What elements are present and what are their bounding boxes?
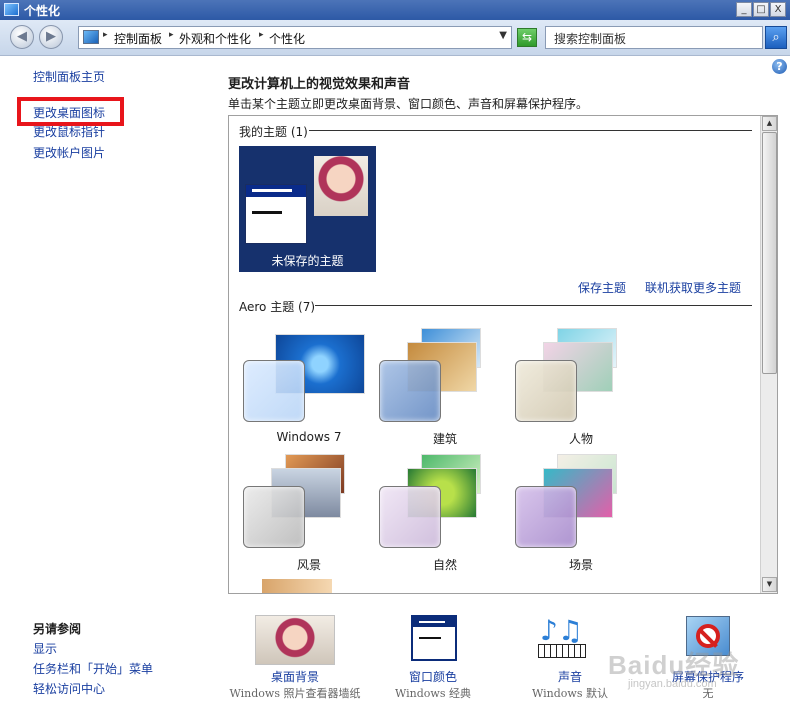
chevron-right-icon[interactable]: ▸ <box>259 30 264 40</box>
scroll-down-arrow[interactable]: ▼ <box>762 577 777 592</box>
help-icon[interactable]: ? <box>772 59 787 74</box>
link-taskbar-start-menu[interactable]: 任务栏和「开始」菜单 <box>33 660 153 677</box>
link-control-panel-home[interactable]: 控制面板主页 <box>33 68 105 85</box>
music-note-icon: ♪♫ <box>540 614 583 647</box>
address-bar: ◀ ▶ ▸ 控制面板 ▸ 外观和个性化 ▸ 个性化 ▼ ⇆ 搜索控制面板 ⌕ <box>0 20 790 56</box>
window-color-swatch <box>515 486 577 548</box>
breadcrumb-control-panel[interactable]: 控制面板 <box>114 30 162 47</box>
see-also-title: 另请参阅 <box>33 622 82 636</box>
my-themes-header: 我的主题 (1) <box>239 125 308 139</box>
scroll-up-arrow[interactable]: ▲ <box>762 116 777 131</box>
link-ease-of-access[interactable]: 轻松访问中心 <box>33 680 105 697</box>
scrollbar-thumb[interactable] <box>762 132 777 374</box>
theme-thumbnail-partial[interactable] <box>262 579 332 593</box>
theme-name: 未保存的主题 <box>271 254 344 268</box>
window-color-swatch <box>515 360 577 422</box>
get-more-themes-link[interactable]: 联机获取更多主题 <box>645 279 741 296</box>
piano-keys-icon <box>538 644 586 658</box>
bottom-item-name: 窗口颜色 <box>408 670 457 684</box>
personalization-icon <box>4 3 19 16</box>
refresh-button[interactable]: ⇆ <box>517 28 537 47</box>
aero-themes-header: Aero 主题 (7) <box>239 300 316 314</box>
theme-characters[interactable]: 人物 <box>511 328 651 446</box>
minimize-button[interactable]: _ <box>736 2 752 17</box>
page-description: 单击某个主题立即更改桌面背景、窗口颜色、声音和屏幕保护程序。 <box>228 97 589 111</box>
theme-name: 场景 <box>568 558 593 572</box>
title-bar: 个性化 _ □ X <box>0 0 790 20</box>
breadcrumb-appearance[interactable]: 外观和个性化 <box>179 30 251 47</box>
divider <box>309 130 752 131</box>
link-change-account-picture[interactable]: 更改帐户图片 <box>33 144 105 161</box>
theme-architecture[interactable]: 建筑 <box>375 328 515 446</box>
maximize-button[interactable]: □ <box>753 2 769 17</box>
highlight-annotation <box>17 97 124 126</box>
theme-thumbnail <box>314 156 368 216</box>
bottom-item-name: 桌面背景 <box>270 670 319 684</box>
divider <box>315 305 752 306</box>
theme-name: 人物 <box>568 432 593 446</box>
theme-name: Windows 7 <box>276 430 342 444</box>
window-color-swatch <box>379 360 441 422</box>
theme-list-scrollbar[interactable]: ▲ ▼ <box>760 116 777 593</box>
theme-unsaved[interactable]: 未保存的主题 <box>239 146 376 272</box>
link-display[interactable]: 显示 <box>33 640 57 657</box>
back-button[interactable]: ◀ <box>10 25 34 49</box>
save-theme-link[interactable]: 保存主题 <box>578 279 626 296</box>
watermark-url: jingyan.baidu.com <box>628 678 717 690</box>
theme-landscapes[interactable]: 风景 <box>239 454 379 572</box>
theme-list: 我的主题 (1) 未保存的主题 保存主题 联机获取更多主题 Aero 主题 (7… <box>228 115 778 594</box>
page-title: 更改计算机上的视觉效果和声音 <box>228 77 411 92</box>
theme-name: 风景 <box>296 558 321 572</box>
close-button[interactable]: X <box>770 2 786 17</box>
window-color-swatch <box>243 486 305 548</box>
theme-windows7[interactable]: Windows 7 <box>239 332 379 444</box>
theme-scenes[interactable]: 场景 <box>511 454 651 572</box>
desktop-background-icon <box>255 615 335 665</box>
search-input[interactable]: 搜索控制面板 <box>545 26 763 49</box>
control-panel-icon <box>83 30 99 44</box>
watermark-logo: Baidu经验 <box>608 650 740 680</box>
chevron-right-icon[interactable]: ▸ <box>169 30 174 40</box>
theme-nature[interactable]: 自然 <box>375 454 515 572</box>
search-button[interactable]: ⌕ <box>765 26 787 49</box>
chevron-right-icon[interactable]: ▸ <box>103 30 108 40</box>
window-color-swatch <box>379 486 441 548</box>
window-color-swatch <box>243 360 305 422</box>
theme-name: 自然 <box>432 558 457 572</box>
theme-name: 建筑 <box>432 432 457 446</box>
forward-button[interactable]: ▶ <box>39 25 63 49</box>
left-panel: 控制面板主页 更改桌面图标 更改鼠标指针 更改帐户图片 另请参阅 显示 任务栏和… <box>0 57 215 717</box>
breadcrumb[interactable]: ▸ 控制面板 ▸ 外观和个性化 ▸ 个性化 ▼ <box>78 26 512 49</box>
chevron-down-icon[interactable]: ▼ <box>499 30 507 41</box>
window-color-swatch <box>245 184 307 244</box>
window-color-icon <box>411 615 457 661</box>
breadcrumb-personalization[interactable]: 个性化 <box>269 30 305 47</box>
window-title: 个性化 <box>24 4 61 18</box>
